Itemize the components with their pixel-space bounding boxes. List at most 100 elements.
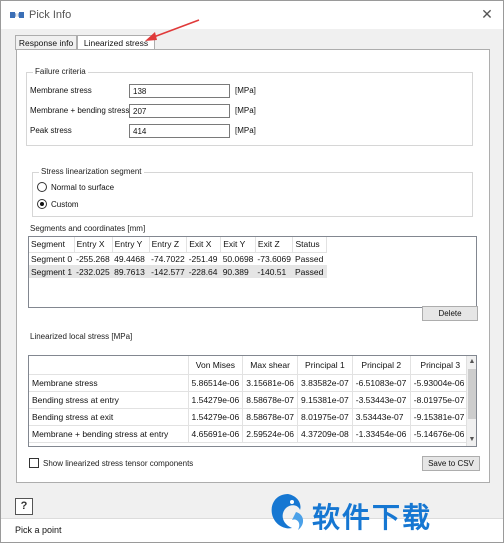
table-cell: -6.51083e-07 bbox=[352, 374, 411, 392]
custom-radio[interactable] bbox=[37, 199, 47, 209]
column-header[interactable]: Entry Z bbox=[149, 237, 188, 253]
table-cell: 90.389 bbox=[220, 265, 256, 278]
failure-criteria-title: Failure criteria bbox=[33, 67, 88, 76]
normal-to-surface-label[interactable]: Normal to surface bbox=[51, 183, 114, 192]
table-row[interactable]: Bending stress at exit 1.54279e-06 8.586… bbox=[29, 408, 471, 426]
column-header[interactable]: Principal 3 bbox=[410, 356, 471, 375]
column-header[interactable]: Segment bbox=[29, 237, 75, 253]
vertical-scrollbar[interactable]: ▲ ▼ bbox=[466, 356, 476, 446]
scroll-thumb[interactable] bbox=[468, 369, 476, 419]
dragon-logo-icon bbox=[271, 494, 304, 530]
annotation-arrow-icon bbox=[145, 19, 200, 41]
table-cell: -8.01975e-07 bbox=[410, 391, 471, 409]
table-cell: 4.65691e-06 bbox=[188, 425, 244, 443]
status-text: Pick a point bbox=[15, 525, 62, 535]
column-header[interactable]: Exit X bbox=[186, 237, 222, 253]
table-row[interactable]: Membrane stress 5.86514e-06 3.15681e-06 … bbox=[29, 374, 471, 392]
table-cell: Passed bbox=[294, 253, 324, 264]
normal-to-surface-radio[interactable] bbox=[37, 182, 47, 192]
membrane-stress-input[interactable] bbox=[129, 84, 230, 98]
column-header[interactable]: Exit Y bbox=[220, 237, 256, 253]
table-cell: 5.86514e-06 bbox=[188, 374, 244, 392]
table-cell: Passed bbox=[292, 265, 327, 278]
row-label: Membrane stress bbox=[29, 374, 189, 392]
custom-label[interactable]: Custom bbox=[51, 200, 79, 209]
table-cell: 1.54279e-06 bbox=[188, 408, 244, 426]
table-cell: 8.58678e-07 bbox=[242, 391, 298, 409]
help-button[interactable]: ? bbox=[15, 498, 33, 515]
table-cell: 8.01975e-07 bbox=[297, 408, 353, 426]
table-row[interactable]: Bending stress at entry 1.54279e-06 8.58… bbox=[29, 391, 471, 409]
table-cell: -142.577 bbox=[149, 265, 187, 278]
column-header bbox=[29, 356, 189, 375]
table-cell: -9.15381e-07 bbox=[410, 408, 471, 426]
segments-title: Segments and coordinates [mm] bbox=[30, 224, 146, 233]
membrane-bending-stress-input[interactable] bbox=[129, 104, 230, 118]
column-header[interactable]: Entry Y bbox=[112, 237, 150, 253]
peak-stress-input[interactable] bbox=[129, 124, 230, 138]
table-cell: 1.54279e-06 bbox=[188, 391, 244, 409]
membrane-bending-stress-unit: [MPa] bbox=[235, 106, 256, 115]
table-cell: -232.025 bbox=[74, 265, 113, 278]
table-cell: -73.6069 bbox=[257, 253, 291, 264]
segments-header-row: Segment Entry X Entry Y Entry Z Exit X E… bbox=[29, 237, 328, 253]
table-cell: 8.58678e-07 bbox=[242, 408, 298, 426]
show-tensor-label[interactable]: Show linearized stress tensor components bbox=[43, 459, 193, 468]
membrane-stress-unit: [MPa] bbox=[235, 86, 256, 95]
row-label: Membrane + bending stress at entry bbox=[29, 425, 189, 443]
table-cell: 9.15381e-07 bbox=[297, 391, 353, 409]
table-cell: 50.0698 bbox=[222, 253, 254, 264]
column-header[interactable]: Max shear bbox=[242, 356, 298, 375]
column-header[interactable]: Principal 2 bbox=[352, 356, 411, 375]
segments-table[interactable]: Segment Entry X Entry Y Entry Z Exit X E… bbox=[28, 236, 477, 308]
linearization-segment-group: Stress linearization segment Normal to s… bbox=[32, 167, 473, 217]
table-cell: -3.53443e-07 bbox=[352, 391, 411, 409]
linearized-stress-table[interactable]: Von Mises Max shear Principal 1 Principa… bbox=[28, 355, 477, 447]
table-cell: Segment 0 bbox=[31, 253, 73, 264]
linearized-stress-title: Linearized local stress [MPa] bbox=[30, 332, 133, 341]
save-to-csv-button[interactable]: Save to CSV bbox=[422, 456, 480, 471]
membrane-stress-label: Membrane stress bbox=[30, 86, 92, 95]
row-label: Bending stress at exit bbox=[29, 408, 189, 426]
delete-button[interactable]: Delete bbox=[422, 306, 478, 321]
show-tensor-checkbox[interactable] bbox=[29, 458, 39, 468]
window-title: Pick Info bbox=[29, 9, 72, 21]
table-cell: -1.33454e-06 bbox=[352, 425, 411, 443]
table-cell: -251.49 bbox=[188, 253, 218, 264]
column-header[interactable]: Entry X bbox=[74, 237, 113, 253]
column-header[interactable]: Status bbox=[292, 237, 328, 253]
scroll-down-icon[interactable]: ▼ bbox=[467, 435, 476, 445]
tab-response-info[interactable]: Response info bbox=[15, 35, 77, 50]
table-cell: 2.59524e-06 bbox=[242, 425, 298, 443]
watermark: 软件下载 bbox=[266, 486, 498, 538]
linearized-stress-panel: Failure criteria Membrane stress [MPa] M… bbox=[16, 49, 490, 483]
table-cell: -255.268 bbox=[76, 253, 110, 264]
table-cell: 89.7613 bbox=[112, 265, 150, 278]
row-label: Bending stress at entry bbox=[29, 391, 189, 409]
table-cell: 4.37209e-08 bbox=[297, 425, 353, 443]
table-row-selected[interactable]: Segment 1 -232.025 89.7613 -142.577 -228… bbox=[29, 265, 327, 278]
close-icon[interactable]: ✕ bbox=[479, 6, 495, 22]
failure-criteria-group: Failure criteria Membrane stress [MPa] M… bbox=[26, 67, 473, 146]
scroll-up-icon[interactable]: ▲ bbox=[467, 357, 476, 367]
table-row[interactable]: Segment 0 -255.268 49.4468 -74.7022 -251… bbox=[29, 252, 327, 265]
table-cell: 3.83582e-07 bbox=[297, 374, 353, 392]
table-row[interactable]: Membrane + bending stress at entry 4.656… bbox=[29, 425, 471, 443]
peak-stress-label: Peak stress bbox=[30, 126, 72, 135]
title-bar: Pick Info ✕ bbox=[1, 1, 503, 29]
table-cell: -5.93004e-06 bbox=[410, 374, 471, 392]
stress-header-row: Von Mises Max shear Principal 1 Principa… bbox=[29, 356, 471, 375]
table-cell: -228.64 bbox=[186, 265, 221, 278]
table-cell: Segment 1 bbox=[29, 265, 75, 278]
pick-info-window: Pick Info ✕ Response info Linearized str… bbox=[0, 0, 504, 543]
table-cell: 49.4468 bbox=[114, 253, 145, 264]
column-header[interactable]: Von Mises bbox=[188, 356, 244, 375]
table-cell: -74.7022 bbox=[151, 253, 185, 264]
table-cell: 3.53443e-07 bbox=[352, 408, 411, 426]
column-header[interactable]: Principal 1 bbox=[297, 356, 353, 375]
membrane-bending-stress-label: Membrane + bending stress bbox=[30, 106, 130, 115]
table-cell: 3.15681e-06 bbox=[242, 374, 298, 392]
table-cell: -5.14676e-06 bbox=[410, 425, 471, 443]
watermark-text: 软件下载 bbox=[312, 501, 433, 534]
column-header[interactable]: Exit Z bbox=[255, 237, 294, 253]
